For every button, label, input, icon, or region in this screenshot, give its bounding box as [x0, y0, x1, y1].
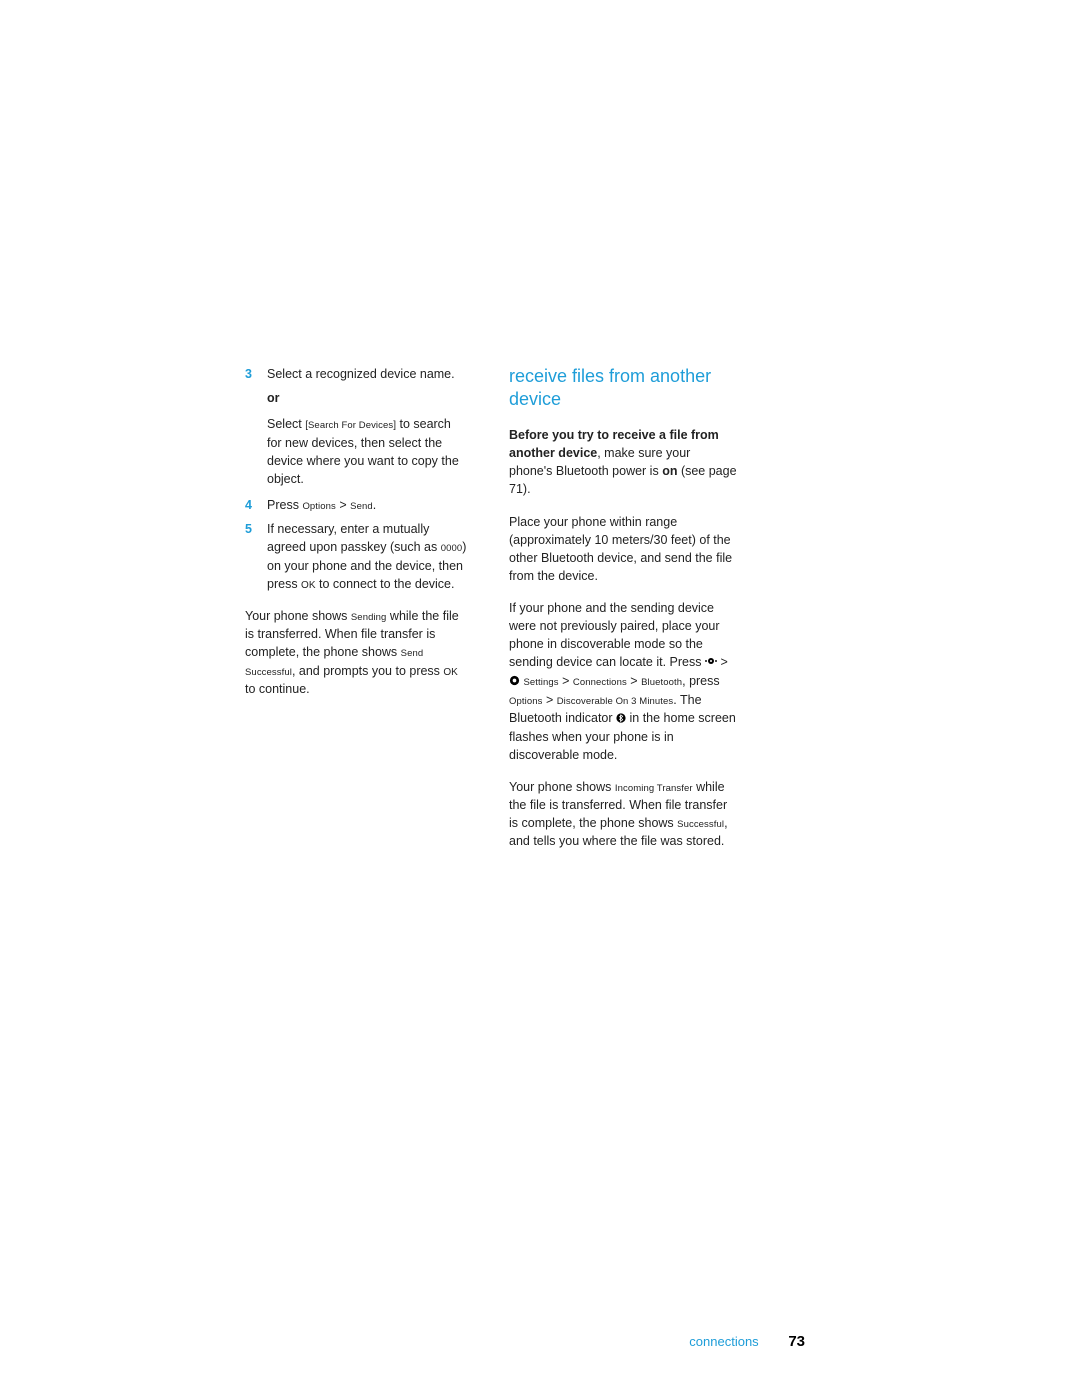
page-footer: connections 73 [245, 1333, 805, 1350]
settings-icon [509, 673, 520, 691]
right-p2: Place your phone within range (approxima… [509, 513, 737, 586]
right-column: receive files from another device Before… [509, 365, 737, 865]
step-5: 5 If necessary, enter a mutually agreed … [245, 520, 467, 593]
step-body: If necessary, enter a mutually agreed up… [267, 520, 467, 593]
ok-key: OK [443, 667, 457, 678]
section-heading: receive files from another device [509, 365, 737, 410]
ui-incoming-transfer: Incoming Transfer [615, 783, 693, 794]
page-number: 73 [788, 1333, 805, 1350]
ui-options: Options [302, 501, 335, 512]
bold-on: on [662, 464, 677, 478]
bluetooth-icon [616, 710, 626, 728]
or-label: or [267, 389, 467, 407]
step-body: Select a recognized device name. or Sele… [267, 365, 467, 488]
ui-successful: Successful [677, 819, 724, 830]
ui-passkey: 0000 [441, 543, 463, 554]
step-3: 3 Select a recognized device name. or Se… [245, 365, 467, 488]
step-number: 5 [245, 520, 267, 593]
ui-sending: Sending [351, 612, 387, 623]
step-body: Press Options > Send. [267, 496, 467, 514]
step3-para2: Select [Search For Devices] to search fo… [267, 415, 467, 488]
ui-send: Send [350, 501, 373, 512]
nav-key-icon [705, 654, 717, 672]
section-name: connections [689, 1334, 758, 1349]
ui-discoverable: Discoverable On 3 Minutes [557, 696, 674, 707]
manual-page: 3 Select a recognized device name. or Se… [245, 365, 805, 865]
ui-search-for-devices: Search For Devices [308, 420, 393, 431]
step-4: 4 Press Options > Send. [245, 496, 467, 514]
ok-key: OK [301, 580, 315, 591]
right-p1: Before you try to receive a file from an… [509, 426, 737, 499]
left-column: 3 Select a recognized device name. or Se… [245, 365, 467, 865]
right-p4: Your phone shows Incoming Transfer while… [509, 778, 737, 851]
step-number: 3 [245, 365, 267, 488]
step-number: 4 [245, 496, 267, 514]
step3-line1: Select a recognized device name. [267, 365, 467, 383]
ui-bluetooth: Bluetooth [641, 677, 682, 688]
ui-connections: Connections [573, 677, 627, 688]
right-p3: If your phone and the sending device wer… [509, 599, 737, 764]
left-after-para: Your phone shows Sending while the file … [245, 607, 467, 698]
ui-settings: Settings [523, 677, 558, 688]
ui-options: Options [509, 696, 542, 707]
